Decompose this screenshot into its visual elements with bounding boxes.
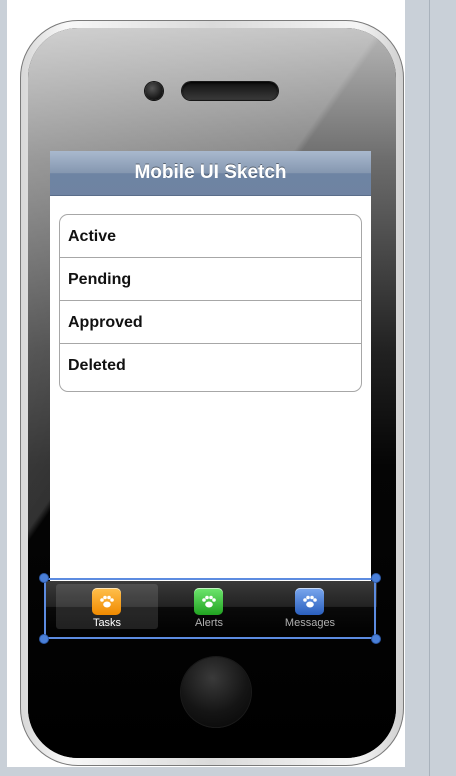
grouped-list: Active Pending Approved Deleted xyxy=(59,214,362,392)
canvas-border-bottom xyxy=(0,767,456,776)
home-button[interactable] xyxy=(181,657,251,727)
list-item-approved[interactable]: Approved xyxy=(60,301,361,344)
canvas-border-left xyxy=(0,0,7,776)
nav-title: Mobile UI Sketch xyxy=(134,162,287,183)
resize-handle-top-left[interactable] xyxy=(39,573,49,583)
canvas-divider xyxy=(429,0,430,776)
front-camera xyxy=(145,82,163,100)
resize-handle-bottom-right[interactable] xyxy=(371,634,381,644)
earpiece-speaker xyxy=(182,82,278,100)
list-item-active[interactable]: Active xyxy=(60,215,361,258)
selection-outline xyxy=(44,578,376,639)
resize-handle-top-right[interactable] xyxy=(371,573,381,583)
list-item-deleted[interactable]: Deleted xyxy=(60,344,361,388)
list-item-pending[interactable]: Pending xyxy=(60,258,361,301)
navigation-bar: Mobile UI Sketch xyxy=(50,151,371,196)
resize-handle-bottom-left[interactable] xyxy=(39,634,49,644)
phone-screen: Mobile UI Sketch Active Pending Approved… xyxy=(50,151,371,581)
